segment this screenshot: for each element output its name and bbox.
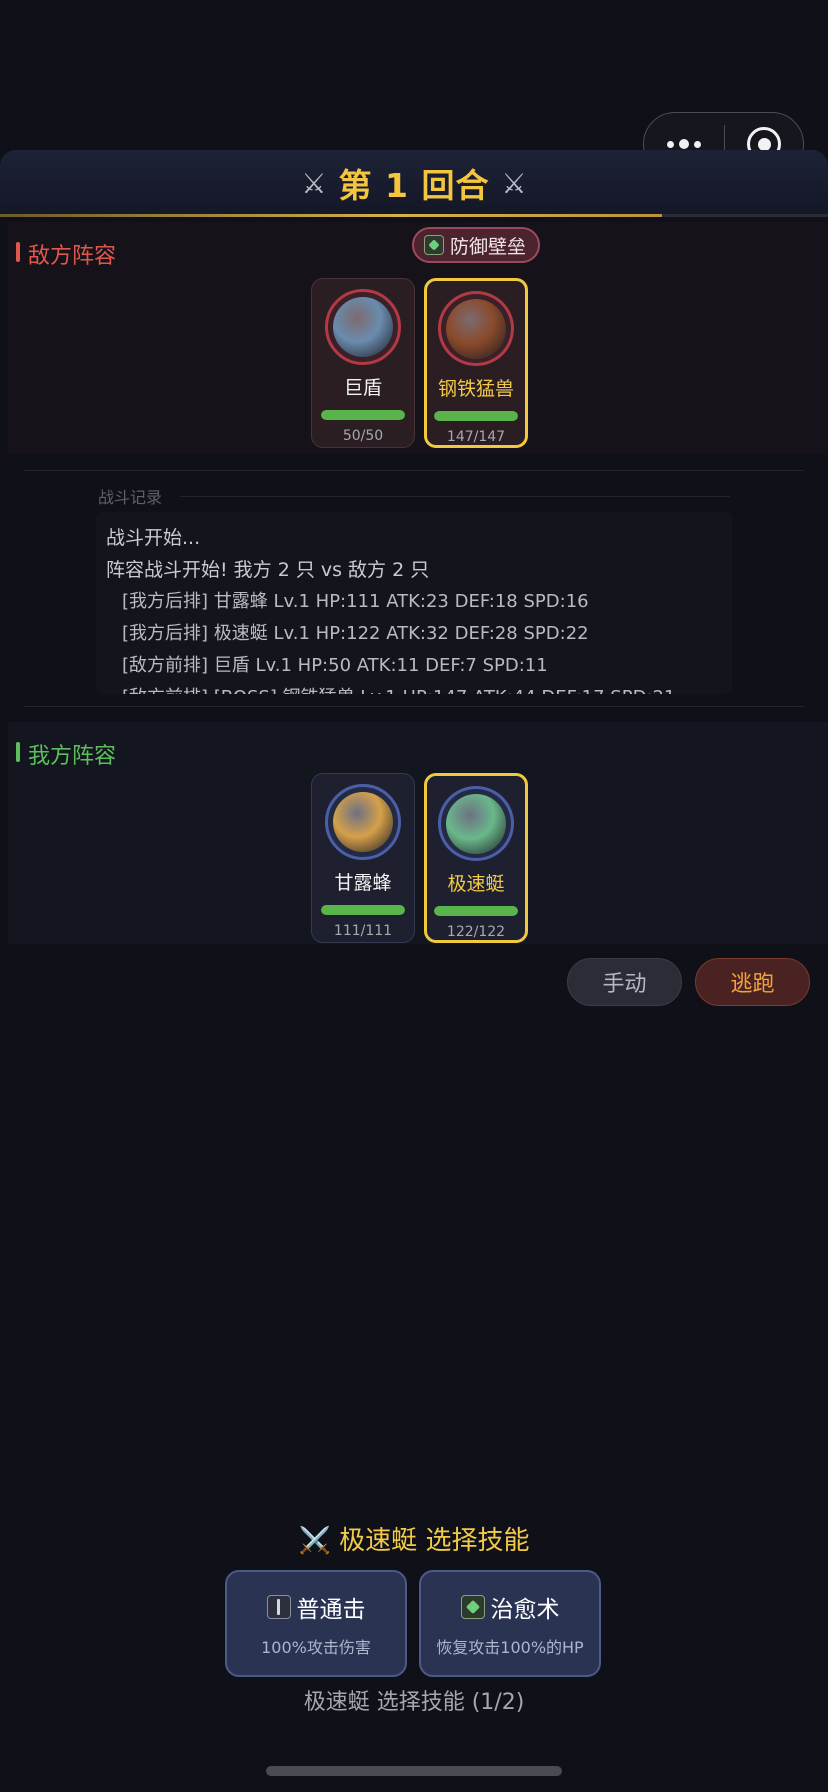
unit-hp: 147/147 [446, 429, 506, 445]
shield-gem-icon [424, 235, 444, 255]
status-badge[interactable]: 防御壁垒 [412, 227, 541, 263]
skill-heal-button[interactable]: 治愈术 恢复攻击100%的HP [419, 1570, 601, 1677]
ally-team-section: 我方阵容 甘露蜂 111/111 极速蜓 122/122 [8, 722, 828, 944]
log-line: [敌方前排] 巨盾 Lv.1 HP:50 ATK:11 DEF:7 SPD:11 [122, 655, 548, 676]
log-line: 阵容战斗开始! 我方 2 只 vs 敌方 2 只 [106, 559, 430, 581]
log-line: [我方后排] 极速蜓 Lv.1 HP:122 ATK:32 DEF:28 SPD… [122, 623, 589, 644]
unit-hp: 111/111 [333, 923, 393, 939]
divider [24, 470, 804, 471]
avatar-image [333, 792, 393, 852]
enemy-unit-card[interactable]: 钢铁猛兽 147/147 [424, 278, 528, 448]
avatar-image [333, 297, 393, 357]
crossed-swords-icon: ⚔ [501, 166, 527, 200]
hp-bar-fill [321, 410, 405, 420]
hp-bar-fill [321, 905, 405, 915]
avatar-image [446, 298, 506, 359]
skill-description: 100%攻击伤害 [261, 1637, 371, 1657]
unit-hp: 50/50 [342, 428, 384, 444]
round-progress-bar [0, 214, 828, 217]
skill-select-title: ⚔️ 极速蜓 选择技能 [298, 1526, 530, 1556]
round-progress-fill [0, 214, 663, 217]
unit-hp: 122/122 [446, 924, 506, 940]
dot-icon [694, 140, 701, 148]
battle-log-title: 战斗记录 [98, 488, 163, 507]
divider [180, 496, 730, 497]
hp-bar [434, 411, 518, 421]
unit-name: 巨盾 [343, 377, 382, 399]
heal-gem-icon [460, 1594, 485, 1619]
unit-avatar [438, 786, 514, 862]
dot-icon [667, 140, 674, 148]
unit-avatar [438, 291, 514, 367]
status-badge-label: 防御壁垒 [450, 235, 527, 258]
skill-selection-progress: 极速蜓 选择技能 (1/2) [303, 1690, 525, 1715]
skill-label: 普通击 [296, 1596, 366, 1623]
home-indicator[interactable] [266, 1766, 562, 1776]
ally-team-label: 我方阵容 [16, 738, 116, 770]
hp-bar [321, 905, 405, 915]
dot-icon [679, 139, 689, 149]
enemy-team-section: 敌方阵容 防御壁垒 巨盾 50/50 钢铁猛兽 147/147 [8, 222, 828, 454]
skill-label: 治愈术 [490, 1596, 560, 1623]
log-line: 战斗开始... [106, 527, 201, 549]
unit-avatar [325, 784, 401, 860]
unit-avatar [325, 289, 401, 365]
crossed-swords-icon: ⚔ [301, 166, 327, 200]
manual-mode-button[interactable]: 手动 [567, 958, 682, 1006]
avatar-image [446, 793, 506, 854]
unit-name: 甘露蜂 [334, 872, 392, 894]
log-line: [我方后排] 甘露蜂 Lv.1 HP:111 ATK:23 DEF:18 SPD… [122, 591, 589, 612]
round-title: 第 1 回合 [338, 166, 490, 205]
hp-bar [434, 906, 518, 916]
sword-icon [266, 1594, 291, 1619]
battle-log[interactable]: 战斗开始... 阵容战斗开始! 我方 2 只 vs 敌方 2 只 [我方后排] … [96, 512, 732, 694]
log-line: [敌方前排] [BOSS] 钢铁猛兽 Lv.1 HP:147 ATK:44 DE… [106, 682, 722, 694]
skill-description: 恢复攻击100%的HP [436, 1637, 584, 1657]
skill-normal-attack-button[interactable]: 普通击 100%攻击伤害 [225, 1570, 407, 1677]
enemy-unit-card[interactable]: 巨盾 50/50 [311, 278, 415, 448]
hp-bar [321, 410, 405, 420]
ally-unit-card[interactable]: 甘露蜂 111/111 [311, 773, 415, 943]
ally-unit-card[interactable]: 极速蜓 122/122 [424, 773, 528, 943]
divider [24, 706, 804, 707]
flee-button[interactable]: 逃跑 [695, 958, 810, 1006]
unit-name: 钢铁猛兽 [437, 378, 514, 401]
hp-bar-fill [434, 411, 518, 421]
enemy-team-label: 敌方阵容 [16, 238, 116, 270]
round-header: ⚔ 第 1 回合 ⚔ [0, 150, 828, 216]
hp-bar-fill [434, 906, 518, 916]
unit-name: 极速蜓 [447, 873, 505, 896]
